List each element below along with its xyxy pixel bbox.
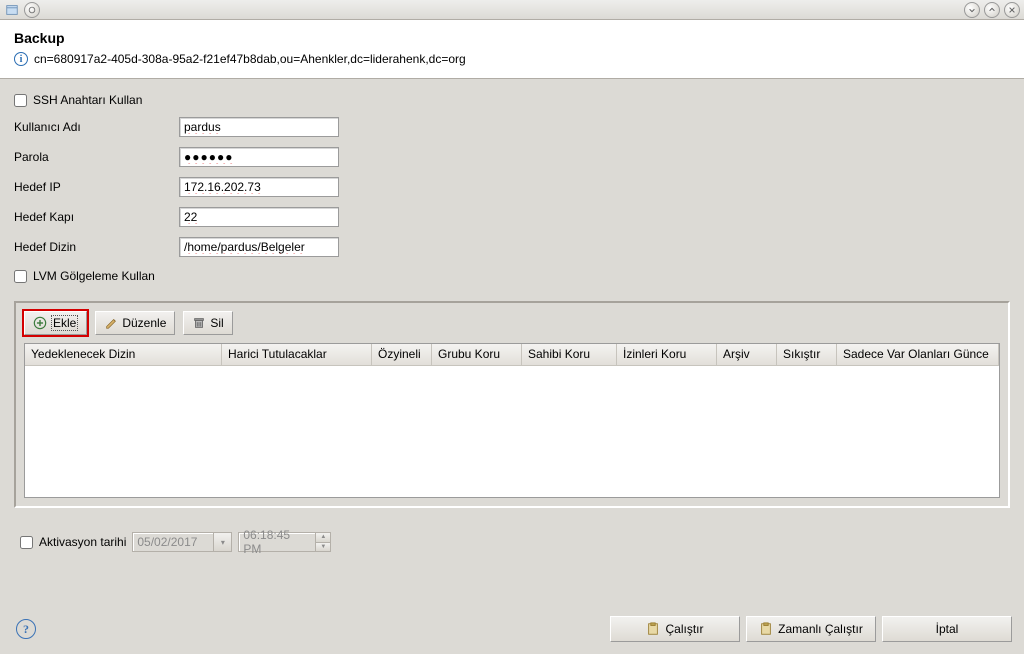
titlebar: [0, 0, 1024, 20]
add-button[interactable]: Ekle: [24, 311, 87, 335]
scheduled-run-button[interactable]: Zamanlı Çalıştır: [746, 616, 876, 642]
form-panel: SSH Anahtarı Kullan Kullanıcı Adı Parola…: [0, 79, 1024, 552]
scheduled-run-button-label: Zamanlı Çalıştır: [778, 622, 863, 636]
th-archive[interactable]: Arşiv: [717, 344, 777, 366]
pencil-icon: [104, 316, 118, 330]
activation-time-input: 06:18:45 PM: [238, 532, 316, 552]
delete-button-label: Sil: [210, 316, 223, 330]
activation-label: Aktivasyon tarihi: [39, 535, 126, 549]
activation-checkbox[interactable]: [20, 536, 33, 549]
target-port-label: Hedef Kapı: [14, 210, 179, 224]
header-subtitle: i cn=680917a2-405d-308a-95a2-f21ef47b8da…: [14, 52, 1010, 66]
th-recursive[interactable]: Özyineli: [372, 344, 432, 366]
minimize-icon[interactable]: [964, 2, 980, 18]
edit-button-label: Düzenle: [122, 316, 166, 330]
th-compress[interactable]: Sıkıştır: [777, 344, 837, 366]
maximize-icon[interactable]: [984, 2, 1000, 18]
bottom-bar: ? Çalıştır Zamanlı Çalıştır İptal: [0, 608, 1024, 654]
spinner-down-icon: ▼: [316, 542, 330, 552]
th-owner[interactable]: Sahibi Koru: [522, 344, 617, 366]
th-existing[interactable]: Sadece Var Olanları Günce: [837, 344, 999, 366]
clipboard-run-icon: [646, 622, 660, 636]
date-dropdown-button: ▾: [214, 532, 232, 552]
window-roll-icon[interactable]: [24, 2, 40, 18]
edit-button[interactable]: Düzenle: [95, 311, 175, 335]
help-icon[interactable]: ?: [16, 619, 36, 639]
dir-panel: Ekle Düzenle Sil Yedeklenecek Dizin Hari…: [14, 301, 1010, 508]
username-input[interactable]: [179, 117, 339, 137]
app-menu-icon[interactable]: [4, 2, 20, 18]
dn-text: cn=680917a2-405d-308a-95a2-f21ef47b8dab,…: [34, 52, 466, 66]
dir-toolbar: Ekle Düzenle Sil: [24, 311, 1000, 335]
ssh-key-label: SSH Anahtarı Kullan: [33, 93, 142, 107]
spinner-up-icon: ▲: [316, 533, 330, 542]
run-button-label: Çalıştır: [665, 622, 703, 636]
target-dir-label: Hedef Dizin: [14, 240, 179, 254]
th-perm[interactable]: İzinleri Koru: [617, 344, 717, 366]
cancel-button[interactable]: İptal: [882, 616, 1012, 642]
lvm-checkbox[interactable]: [14, 270, 27, 283]
activation-date-input: 05/02/2017: [132, 532, 214, 552]
ssh-key-checkbox[interactable]: [14, 94, 27, 107]
header-panel: Backup i cn=680917a2-405d-308a-95a2-f21e…: [0, 20, 1024, 79]
info-icon: i: [14, 52, 28, 66]
password-input[interactable]: [179, 147, 339, 167]
password-label: Parola: [14, 150, 179, 164]
delete-button[interactable]: Sil: [183, 311, 232, 335]
plus-circle-icon: [33, 316, 47, 330]
time-spinner-buttons: ▲ ▼: [316, 532, 331, 552]
target-port-input[interactable]: [179, 207, 339, 227]
run-button[interactable]: Çalıştır: [610, 616, 740, 642]
username-label: Kullanıcı Adı: [14, 120, 179, 134]
dir-table[interactable]: Yedeklenecek Dizin Harici Tutulacaklar Ö…: [24, 343, 1000, 498]
cancel-button-label: İptal: [936, 622, 959, 636]
target-dir-input[interactable]: [179, 237, 339, 257]
target-ip-label: Hedef IP: [14, 180, 179, 194]
clipboard-schedule-icon: [759, 622, 773, 636]
table-header-row: Yedeklenecek Dizin Harici Tutulacaklar Ö…: [25, 344, 999, 366]
close-icon[interactable]: [1004, 2, 1020, 18]
target-ip-input[interactable]: [179, 177, 339, 197]
th-dir[interactable]: Yedeklenecek Dizin: [25, 344, 222, 366]
th-exclude[interactable]: Harici Tutulacaklar: [222, 344, 372, 366]
add-button-label: Ekle: [51, 315, 78, 331]
trash-icon: [192, 316, 206, 330]
ssh-key-row: SSH Anahtarı Kullan: [14, 89, 1010, 111]
lvm-label: LVM Gölgeleme Kullan: [33, 269, 155, 283]
lvm-row: LVM Gölgeleme Kullan: [14, 265, 1010, 287]
th-group[interactable]: Grubu Koru: [432, 344, 522, 366]
activation-row: Aktivasyon tarihi 05/02/2017 ▾ 06:18:45 …: [14, 532, 1010, 552]
page-title: Backup: [14, 30, 1010, 46]
